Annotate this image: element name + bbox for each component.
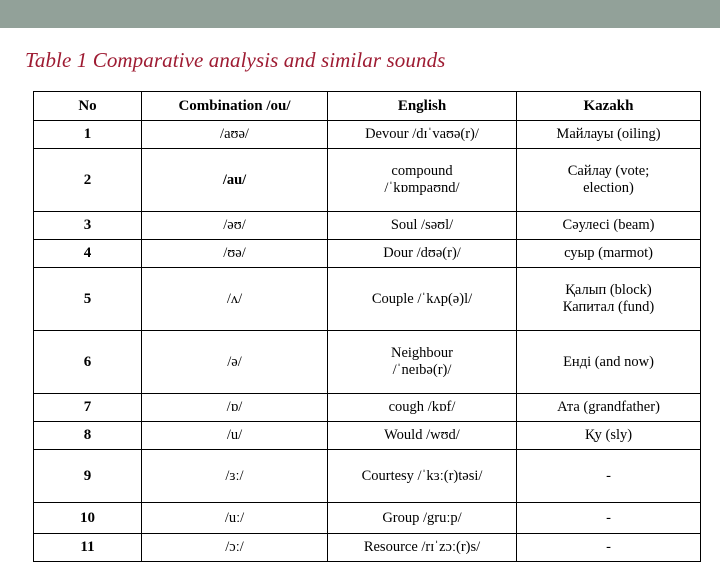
- cell-english: Soul /səʊl/: [327, 211, 517, 240]
- cell-kazakh-line: -: [606, 467, 611, 484]
- cell-kazakh-line: -: [606, 509, 611, 526]
- cell-kazakh: -: [516, 533, 701, 562]
- table-row: 5/ʌ/Couple /ˈkʌp(ə)l/Қалып (block) Капита…: [33, 267, 701, 331]
- cell-kazakh: Енді (and now): [516, 330, 701, 394]
- cell-combination: /ɜː/: [141, 449, 328, 503]
- cell-kazakh: Қу (sly): [516, 421, 701, 450]
- table-body: 1/aʊə/Devour /dɪˈvaʊə(r)/ Майлауы (oiling…: [33, 120, 701, 562]
- cell-english: Courtesy /ˈkɜː(r)təsi/: [327, 449, 517, 503]
- cell-kazakh-line: Қалып (block): [565, 282, 652, 298]
- cell-kazakh-line: суыр (marmot): [564, 245, 653, 261]
- cell-kazakh: Майлауы (oiling): [516, 120, 701, 149]
- cell-english-line: compound: [391, 163, 453, 179]
- cell-combination: /ɒ/: [141, 393, 328, 422]
- cell-kazakh-line: election): [583, 180, 634, 196]
- cell-combination: /ə/: [141, 330, 328, 394]
- cell-kazakh: Қалып (block) Капитал (fund): [516, 267, 701, 331]
- cell-english: cough /kɒf/: [327, 393, 517, 422]
- cell-no: 2: [33, 148, 142, 212]
- cell-no: 4: [33, 239, 142, 268]
- table-row: 7/ɒ/cough /kɒf/Ата (grandfather): [33, 393, 701, 422]
- cell-english: Would /wʊd/: [327, 421, 517, 450]
- column-header-english: English: [327, 91, 517, 121]
- cell-english: Resource /rɪˈzɔː(r)s/: [327, 533, 517, 562]
- cell-english-line: /ˈkɒmpaʊnd/: [384, 180, 460, 196]
- cell-english-line: Soul /səʊl/: [390, 217, 454, 233]
- cell-no: 7: [33, 393, 142, 422]
- cell-english-line: Would /wʊd/: [384, 427, 460, 443]
- comparative-sounds-table: No Combination /ou/ English Kazakh 1/aʊə…: [33, 91, 701, 562]
- cell-kazakh-line: Капитал (fund): [562, 299, 655, 315]
- cell-kazakh: -: [516, 449, 701, 503]
- cell-english: Neighbour/ˈneɪbə(r)/: [327, 330, 517, 394]
- cell-combination: /əʊ/: [141, 211, 328, 240]
- cell-kazakh-line: Ата (grandfather): [557, 399, 660, 415]
- slide-canvas: Table 1 Comparative analysis and similar…: [0, 0, 720, 562]
- cell-no: 5: [33, 267, 142, 331]
- top-banner-decoration: [0, 0, 720, 28]
- cell-english-line: Couple /ˈkʌp(ə)l/: [371, 290, 473, 307]
- table-row: 6/ə/Neighbour/ˈneɪbə(r)/ Енді (and now): [33, 330, 701, 394]
- cell-kazakh-line: Қу (sly): [584, 427, 633, 443]
- table-row: 10/uː/Group /gruːp/ -: [33, 502, 701, 534]
- cell-kazakh: Сәулесі (beam): [516, 211, 701, 240]
- cell-kazakh: суыр (marmot): [516, 239, 701, 268]
- table-header-row: No Combination /ou/ English Kazakh: [33, 91, 701, 121]
- cell-kazakh: Ата (grandfather): [516, 393, 701, 422]
- table-row: 1/aʊə/Devour /dɪˈvaʊə(r)/ Майлауы (oiling…: [33, 120, 701, 149]
- table-row: 11/ɔː/Resource /rɪˈzɔː(r)s/ -: [33, 533, 701, 562]
- cell-no: 9: [33, 449, 142, 503]
- cell-combination: /uː/: [141, 502, 328, 534]
- cell-combination: /au/: [141, 148, 328, 212]
- table-row: 8/u/Would /wʊd/Қу (sly): [33, 421, 701, 450]
- cell-no: 3: [33, 211, 142, 240]
- cell-no: 8: [33, 421, 142, 450]
- cell-english-line: Neighbour: [390, 345, 453, 361]
- cell-english-line: Resource /rɪˈzɔː(r)s/: [363, 539, 481, 555]
- cell-english-line: Dour /dʊə(r)/: [383, 245, 461, 261]
- cell-combination: /ʌ/: [141, 267, 328, 331]
- cell-combination: /u/: [141, 421, 328, 450]
- table-row: 2/au/compound/ˈkɒmpaʊnd/Сайлау (vote; ele…: [33, 148, 701, 212]
- cell-kazakh-line: -: [606, 539, 611, 555]
- cell-english-line: Group /gruːp/: [382, 509, 462, 526]
- cell-combination: /ɔː/: [141, 533, 328, 562]
- cell-combination: /aʊə/: [141, 120, 328, 149]
- cell-english: Dour /dʊə(r)/: [327, 239, 517, 268]
- page-title: Table 1 Comparative analysis and similar…: [25, 48, 446, 72]
- cell-english: compound/ˈkɒmpaʊnd/: [327, 148, 517, 212]
- cell-no: 1: [33, 120, 142, 149]
- cell-english: Group /gruːp/: [327, 502, 517, 534]
- cell-english: Devour /dɪˈvaʊə(r)/: [327, 120, 517, 149]
- cell-kazakh-line: Сәулесі (beam): [562, 217, 655, 233]
- cell-english-line: Devour /dɪˈvaʊə(r)/: [365, 126, 479, 142]
- table-row: 3/əʊ/Soul /səʊl/Сәулесі (beam): [33, 211, 701, 240]
- cell-kazakh: Сайлау (vote; election): [516, 148, 701, 212]
- table-header: No Combination /ou/ English Kazakh: [33, 91, 701, 121]
- cell-no: 11: [33, 533, 142, 562]
- column-header-no: No: [33, 91, 142, 121]
- comparative-sounds-table-container: No Combination /ou/ English Kazakh 1/aʊə…: [33, 91, 701, 562]
- cell-english-line: cough /kɒf/: [388, 399, 456, 415]
- cell-kazakh: -: [516, 502, 701, 534]
- cell-kazakh-line: Сайлау (vote;: [567, 163, 650, 179]
- cell-english-line: Courtesy /ˈkɜː(r)təsi/: [361, 467, 483, 484]
- cell-no: 6: [33, 330, 142, 394]
- cell-kazakh-line: Енді (and now): [563, 353, 654, 370]
- table-row: 9/ɜː/Courtesy /ˈkɜː(r)təsi/ -: [33, 449, 701, 503]
- cell-english-line: /ˈneɪbə(r)/: [392, 362, 452, 378]
- table-row: 4/ʊə/Dour /dʊə(r)/ суыр (marmot): [33, 239, 701, 268]
- column-header-kazakh: Kazakh: [516, 91, 701, 121]
- cell-no: 10: [33, 502, 142, 534]
- column-header-combination: Combination /ou/: [141, 91, 328, 121]
- cell-kazakh-line: Майлауы (oiling): [556, 126, 661, 142]
- cell-combination: /ʊə/: [141, 239, 328, 268]
- cell-english: Couple /ˈkʌp(ə)l/: [327, 267, 517, 331]
